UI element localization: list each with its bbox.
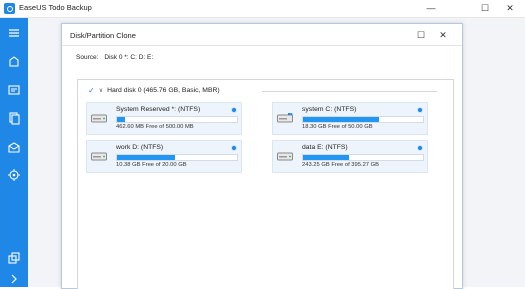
usage-bar: [116, 116, 238, 123]
selected-indicator-icon: [231, 107, 237, 113]
drive-icon: [277, 152, 293, 161]
chevron-down-icon[interactable]: ∨: [99, 87, 103, 94]
partition-free-space: 243.25 GB Free of 395.27 GB: [302, 162, 380, 168]
selected-indicator-icon: [417, 145, 423, 151]
partition-name: data E: (NTFS): [302, 144, 348, 151]
dialog-title: Disk/Partition Clone: [70, 31, 136, 40]
usage-bar: [116, 154, 238, 161]
partition-name: work D: (NTFS): [116, 144, 164, 151]
expand-icon[interactable]: [7, 272, 21, 286]
partition-free-space: 462.60 MB Free of 500.00 MB: [116, 124, 194, 130]
disk-label: Hard disk 0 (465.76 GB, Basic, MBR): [107, 87, 220, 94]
minimize-button[interactable]: —: [424, 2, 438, 14]
backup-icon[interactable]: [7, 55, 21, 69]
disk-panel: ✓ ∨ Hard disk 0 (465.76 GB, Basic, MBR) …: [77, 79, 454, 289]
partition-card[interactable]: system C: (NTFS) 18.30 GB Free of 50.00 …: [272, 102, 428, 135]
usage-bar: [302, 154, 424, 161]
files-icon[interactable]: [7, 111, 21, 125]
app-logo-icon: [4, 3, 15, 14]
partition-name: system C: (NTFS): [302, 106, 357, 113]
selected-indicator-icon: [231, 145, 237, 151]
usage-bar-fill: [117, 155, 175, 160]
dialog-divider: [62, 45, 462, 46]
app-title: EaseUS Todo Backup: [19, 3, 92, 12]
title-bar: EaseUS Todo Backup — ☐ ✕: [0, 0, 525, 18]
source-row: Source: Disk 0 *: C: D: E:: [76, 54, 153, 61]
dialog-maximize-button[interactable]: ☐: [415, 29, 427, 41]
mail-icon[interactable]: [7, 140, 21, 154]
sidebar: [0, 18, 28, 287]
drive-icon: [91, 152, 107, 161]
tools-icon[interactable]: [7, 168, 21, 182]
windows-drive-icon: [277, 113, 293, 123]
partition-free-space: 10.38 GB Free of 20.00 GB: [116, 162, 187, 168]
close-button[interactable]: ✕: [503, 2, 517, 14]
restore-icon[interactable]: [7, 251, 21, 265]
partition-name: System Reserved *: (NTFS): [116, 106, 201, 113]
partition-card[interactable]: work D: (NTFS) 10.38 GB Free of 20.00 GB: [86, 140, 242, 173]
source-label: Source:: [76, 54, 99, 61]
disk-header: ✓ ∨ Hard disk 0 (465.76 GB, Basic, MBR): [88, 86, 220, 95]
clone-icon[interactable]: [7, 83, 21, 97]
partition-card[interactable]: System Reserved *: (NTFS) 462.60 MB Free…: [86, 102, 242, 135]
clone-dialog: Disk/Partition Clone ☐ ✕ Source: Disk 0 *…: [61, 23, 463, 289]
maximize-button[interactable]: ☐: [478, 2, 492, 14]
disk-header-divider: [262, 91, 437, 92]
disk-checkbox[interactable]: ✓: [88, 86, 95, 95]
drive-icon: [91, 114, 107, 123]
selected-indicator-icon: [417, 107, 423, 113]
partition-free-space: 18.30 GB Free of 50.00 GB: [302, 124, 373, 130]
usage-bar-fill: [117, 117, 126, 122]
usage-bar-fill: [303, 155, 349, 160]
dialog-close-button[interactable]: ✕: [437, 29, 449, 41]
usage-bar: [302, 116, 424, 123]
source-value: Disk 0 *: C: D: E:: [104, 54, 154, 61]
usage-bar-fill: [303, 117, 379, 122]
partition-card[interactable]: data E: (NTFS) 243.25 GB Free of 395.27 …: [272, 140, 428, 173]
menu-icon[interactable]: [7, 26, 21, 40]
